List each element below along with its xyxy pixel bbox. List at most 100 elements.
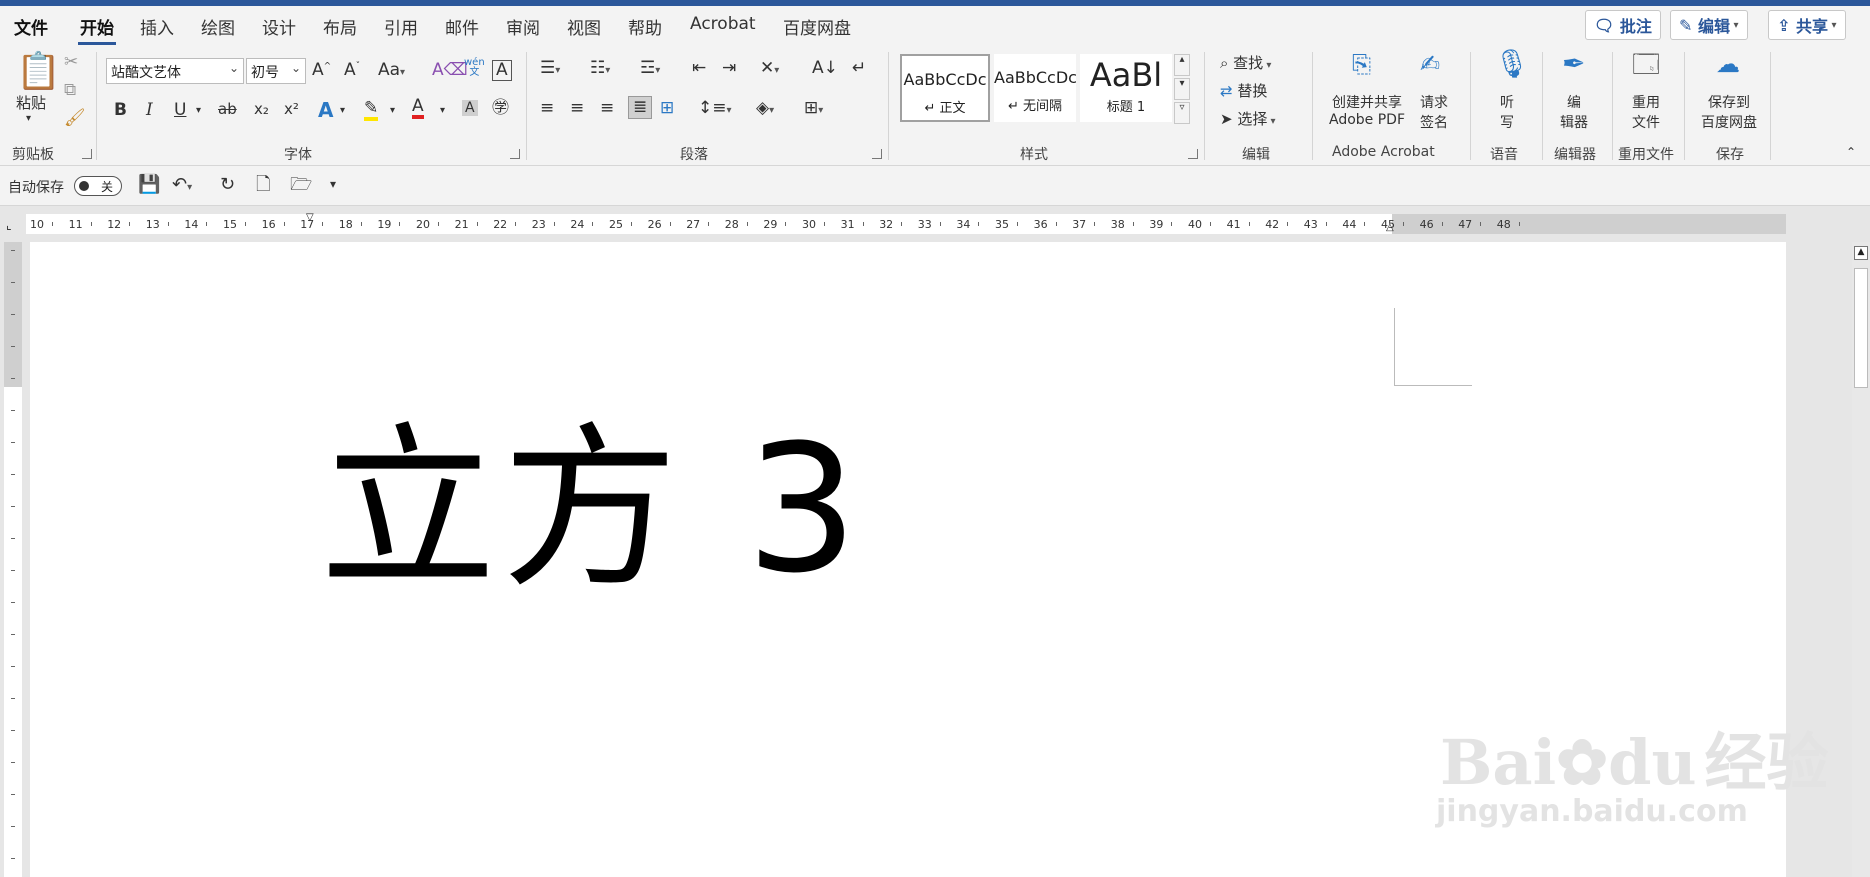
find-button[interactable]: ⌕ 查找 ▾: [1220, 52, 1271, 73]
reuse-files-button[interactable]: 重用 文件: [1632, 92, 1660, 132]
tab-design[interactable]: 设计: [262, 14, 296, 39]
scroll-thumb[interactable]: [1854, 268, 1868, 388]
multilevel-list-icon[interactable]: ☲▾: [640, 60, 660, 77]
numbering-icon[interactable]: ☷▾: [590, 60, 610, 77]
show-marks-icon[interactable]: ↵: [852, 60, 866, 77]
chevron-down-icon[interactable]: ▾: [390, 106, 395, 116]
autosave-toggle[interactable]: 关: [74, 176, 122, 196]
vertical-ruler[interactable]: [4, 242, 22, 877]
indent-marker-icon[interactable]: ▽: [306, 212, 314, 223]
strikethrough-button[interactable]: ab: [218, 102, 237, 117]
underline-button[interactable]: U: [174, 102, 186, 119]
align-center-icon[interactable]: ≡: [570, 100, 584, 117]
editing-mode-button[interactable]: ✎ 编辑 ▾: [1670, 10, 1748, 40]
vertical-scrollbar[interactable]: ▲: [1852, 242, 1870, 877]
align-left-icon[interactable]: ≡: [540, 100, 554, 117]
request-signature-icon[interactable]: ✍: [1420, 52, 1440, 76]
character-border-icon[interactable]: A: [492, 60, 512, 81]
bullets-icon[interactable]: ☰▾: [540, 60, 560, 77]
style-heading-1[interactable]: AaBl 标题 1: [1080, 54, 1172, 122]
tab-mailings[interactable]: 邮件: [445, 14, 479, 39]
bold-button[interactable]: B: [114, 102, 127, 119]
customize-qat-icon[interactable]: ▾: [330, 178, 336, 190]
create-pdf-button[interactable]: 创建并共享 Adobe PDF: [1326, 92, 1408, 128]
font-size-combo[interactable]: 初号 ⌄: [246, 58, 306, 84]
dialog-launcher-icon[interactable]: [510, 149, 520, 159]
text-effects-icon[interactable]: A: [318, 100, 333, 120]
new-document-icon[interactable]: 🗋: [256, 176, 270, 194]
dialog-launcher-icon[interactable]: [82, 149, 92, 159]
chevron-down-icon[interactable]: ▾: [440, 106, 445, 116]
request-signature-button[interactable]: 请求 签名: [1416, 92, 1452, 132]
open-folder-icon[interactable]: 🗁: [290, 176, 312, 194]
justify-icon[interactable]: ≣: [628, 96, 653, 119]
copy-icon[interactable]: ⧉: [64, 82, 76, 99]
horizontal-ruler[interactable]: 10 11 12 13 14 15 16 17 18 19 20 21 22 23 24 25 26 27 28 29…: [26, 212, 1786, 234]
dialog-launcher-icon[interactable]: [872, 149, 882, 159]
create-pdf-icon[interactable]: ⎘: [1352, 52, 1371, 76]
styles-scroll-up-icon[interactable]: ▴: [1174, 54, 1190, 76]
baidu-netdisk-icon[interactable]: ☁: [1716, 52, 1740, 76]
highlight-color-icon[interactable]: ✎: [364, 100, 379, 121]
style-normal[interactable]: AaBbCcDc ↵ 正文: [900, 54, 990, 122]
subscript-button[interactable]: x₂: [254, 102, 269, 117]
editor-pen-icon[interactable]: ✒: [1562, 50, 1585, 78]
format-painter-icon[interactable]: 🖌: [64, 110, 86, 127]
scroll-up-icon[interactable]: ▲: [1854, 246, 1868, 260]
tab-file[interactable]: 文件: [14, 14, 48, 39]
distributed-icon[interactable]: ⊞: [660, 100, 674, 117]
collapse-ribbon-icon[interactable]: ⌃: [1846, 146, 1856, 158]
replace-button[interactable]: ⇄ 替换: [1220, 80, 1267, 101]
change-case-icon[interactable]: Aa▾: [378, 62, 405, 79]
sort-icon[interactable]: A↓: [812, 60, 838, 77]
comments-button[interactable]: 🗨 批注: [1585, 10, 1661, 40]
grow-font-icon[interactable]: A^: [312, 62, 331, 79]
chinese-layout-icon[interactable]: ✕▾: [760, 60, 779, 77]
paste-icon[interactable]: 📋: [16, 54, 61, 90]
tab-layout[interactable]: 布局: [323, 14, 357, 39]
tab-references[interactable]: 引用: [384, 14, 418, 39]
undo-icon[interactable]: ↶▾: [172, 176, 192, 194]
tab-stop-selector-icon[interactable]: ⌞: [6, 218, 12, 232]
borders-icon[interactable]: ⊞▾: [804, 100, 823, 117]
share-button[interactable]: ⇪ 共享 ▾: [1768, 10, 1846, 40]
reuse-files-icon[interactable]: 🗔: [1632, 52, 1660, 78]
character-shading-icon[interactable]: A: [462, 100, 478, 116]
shrink-font-icon[interactable]: Aˇ: [344, 62, 360, 79]
tab-baidu-netdisk[interactable]: 百度网盘: [783, 14, 851, 39]
tab-acrobat[interactable]: Acrobat: [690, 14, 756, 34]
italic-button[interactable]: I: [146, 102, 153, 119]
decrease-indent-icon[interactable]: ⇤: [692, 60, 706, 77]
tab-review[interactable]: 审阅: [506, 14, 540, 39]
save-icon[interactable]: 💾: [138, 176, 160, 194]
increase-indent-icon[interactable]: ⇥: [722, 60, 736, 77]
styles-scroll-down-icon[interactable]: ▾: [1174, 78, 1190, 100]
chevron-down-icon[interactable]: ▾: [26, 114, 31, 124]
chevron-down-icon[interactable]: ▾: [340, 106, 345, 116]
select-button[interactable]: ➤ 选择 ▾: [1220, 108, 1276, 129]
document-page[interactable]: 立方 3 Bai✿du 经验 jingyan.baidu.com: [30, 242, 1829, 877]
tab-draw[interactable]: 绘图: [201, 14, 235, 39]
align-right-icon[interactable]: ≡: [600, 100, 614, 117]
paste-button[interactable]: 粘贴: [16, 92, 46, 113]
style-no-spacing[interactable]: AaBbCcDc ↵ 无间隔: [994, 54, 1077, 122]
right-indent-marker-icon[interactable]: △: [1386, 222, 1394, 233]
tab-insert[interactable]: 插入: [140, 14, 174, 39]
save-to-netdisk-button[interactable]: 保存到 百度网盘: [1698, 92, 1760, 132]
cut-icon[interactable]: ✂: [64, 54, 78, 71]
microphone-icon[interactable]: 🎙: [1494, 50, 1530, 78]
line-spacing-icon[interactable]: ↕≡▾: [698, 100, 732, 117]
redo-icon[interactable]: ↻: [220, 176, 235, 194]
shading-icon[interactable]: ◈▾: [756, 100, 774, 117]
enclose-character-icon[interactable]: ㊫: [492, 100, 509, 117]
dialog-launcher-icon[interactable]: [1188, 149, 1198, 159]
document-body-text[interactable]: 立方 3: [320, 422, 864, 598]
superscript-button[interactable]: x²: [284, 102, 299, 117]
phonetic-guide-icon[interactable]: wén 文: [464, 58, 485, 78]
font-color-icon[interactable]: A: [412, 98, 424, 119]
tab-help[interactable]: 帮助: [628, 14, 662, 39]
font-name-combo[interactable]: 站酷文艺体 ⌄: [106, 58, 244, 84]
editor-button[interactable]: 编辑器: [1560, 92, 1588, 132]
clear-formatting-icon[interactable]: A⌫: [432, 62, 468, 79]
dictate-button[interactable]: 听写: [1500, 92, 1514, 132]
